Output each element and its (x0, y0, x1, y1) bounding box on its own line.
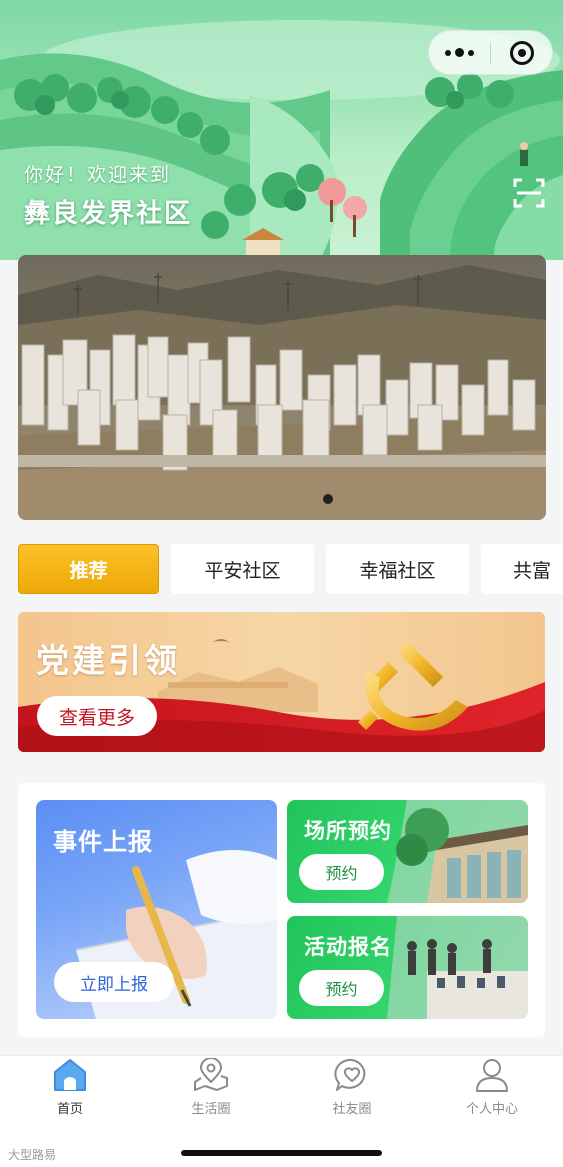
heart-chat-icon (334, 1058, 366, 1091)
residential-buildings-photo (18, 255, 546, 520)
party-building-title: 党建引领 (36, 641, 180, 680)
nav-label-life-circle: 生活圈 (191, 1102, 231, 1117)
event-report-title: 事件上报 (53, 828, 153, 856)
nav-label-social-circle: 社友圈 (332, 1102, 372, 1117)
scan-icon[interactable] (513, 178, 545, 208)
tab-common-prosperity[interactable]: 共富 (481, 544, 563, 594)
venue-book-button[interactable]: 预约 (299, 854, 384, 890)
watermark-text: 大型路易 (8, 1148, 57, 1162)
nav-label-profile: 个人中心 (465, 1102, 518, 1117)
target-close-icon[interactable] (491, 31, 552, 74)
greeting-text: 你好！欢迎来到 (24, 164, 172, 186)
nav-label-home: 首页 (56, 1102, 83, 1117)
community-photo-banner[interactable] (18, 255, 546, 520)
community-name: 彝良发界社区 (24, 199, 193, 229)
tab-safe-community[interactable]: 平安社区 (171, 544, 314, 594)
nav-item-profile[interactable]: 个人中心 (442, 1058, 542, 1117)
activity-book-button[interactable]: 预约 (299, 970, 384, 1006)
category-tabs: 推荐 平安社区 幸福社区 共富 (18, 544, 563, 594)
activity-signup-title: 活动报名 (304, 935, 392, 959)
report-now-button[interactable]: 立即上报 (54, 962, 174, 1002)
nav-item-life-circle[interactable]: 生活圈 (161, 1058, 261, 1117)
mini-program-capsule (428, 30, 553, 75)
carousel-indicator-dot[interactable] (323, 494, 333, 504)
home-icon (54, 1059, 86, 1091)
view-more-button[interactable]: 查看更多 (37, 696, 157, 736)
more-dots-icon[interactable] (429, 31, 490, 74)
tab-recommend[interactable]: 推荐 (18, 544, 159, 594)
nav-item-home[interactable]: 首页 (20, 1058, 120, 1117)
home-indicator-bar (181, 1150, 382, 1156)
nav-item-social-circle[interactable]: 社友圈 (302, 1058, 402, 1117)
user-icon (476, 1059, 508, 1092)
venue-booking-title: 场所预约 (304, 819, 392, 843)
tab-happy-community[interactable]: 幸福社区 (326, 544, 469, 594)
map-pin-icon (194, 1058, 228, 1091)
